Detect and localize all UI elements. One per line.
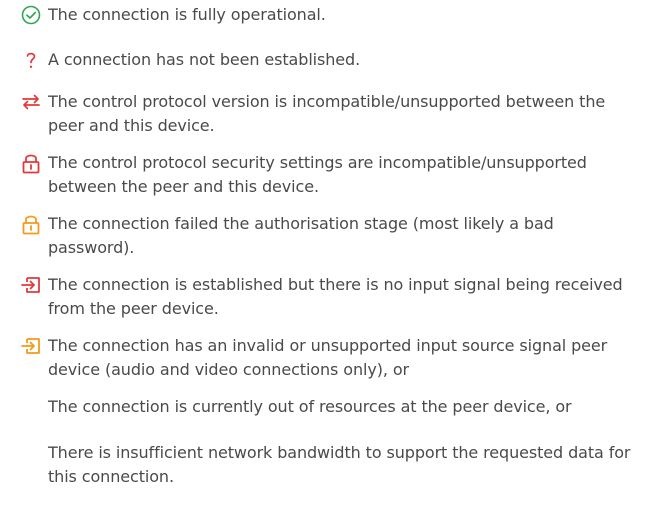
- swap-arrows-icon: [20, 91, 42, 113]
- padlock-icon: [20, 213, 42, 235]
- status-text: A connection has not been established.: [48, 50, 361, 69]
- status-text: The connection is established but there …: [48, 275, 623, 318]
- padlock-icon: [20, 152, 42, 174]
- status-text: The control protocol version is incompat…: [48, 92, 606, 135]
- input-signal-icon: [20, 274, 42, 296]
- question-mark-icon: [20, 49, 42, 71]
- connection-status-legend: The connection is fully operational. A c…: [0, 0, 647, 508]
- input-signal-icon: [20, 335, 42, 357]
- status-text: The control protocol security settings a…: [48, 153, 587, 196]
- status-text: The connection failed the authorisation …: [48, 214, 554, 257]
- status-text: The connection is fully operational.: [48, 5, 326, 24]
- status-continuation-text: There is insufficient network bandwidth …: [48, 443, 631, 486]
- check-circle-icon: [20, 4, 42, 26]
- status-text: The connection has an invalid or unsuppo…: [48, 336, 608, 379]
- status-continuation-text: The connection is currently out of resou…: [48, 397, 572, 416]
